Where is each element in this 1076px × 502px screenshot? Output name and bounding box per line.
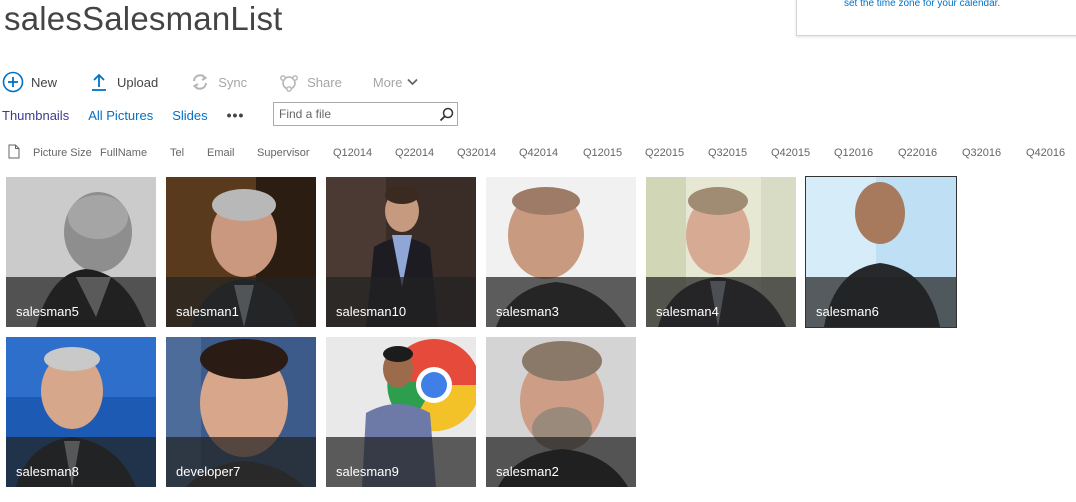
search-input[interactable]	[274, 103, 424, 125]
column-picture-size[interactable]: Picture Size	[33, 147, 92, 159]
thumbnail-label: salesman8	[16, 464, 79, 479]
column-q12016[interactable]: Q12016	[834, 147, 873, 159]
column-q32015[interactable]: Q32015	[708, 147, 747, 159]
thumbnail-tile[interactable]: salesman5	[6, 177, 156, 327]
thumbnail-tile[interactable]: salesman9	[326, 337, 476, 487]
search-box	[273, 102, 458, 126]
thumbnail-caption: salesman6	[806, 277, 956, 327]
thumbnail-caption: salesman5	[6, 277, 156, 327]
page-title: salesSalesmanList	[4, 0, 283, 37]
new-button[interactable]: New	[2, 70, 57, 94]
more-button-label: More	[372, 74, 403, 90]
column-q12014[interactable]: Q12014	[333, 147, 372, 159]
view-thumbnails[interactable]: Thumbnails	[2, 108, 69, 123]
thumbnail-label: salesman5	[16, 304, 79, 319]
thumbnail-label: salesman9	[336, 464, 399, 479]
thumbnail-caption: developer7	[166, 437, 316, 487]
more-views-ellipsis[interactable]: •••	[227, 108, 245, 122]
thumbnail-tile[interactable]: salesman3	[486, 177, 636, 327]
thumbnail-tile[interactable]: salesman6	[805, 176, 957, 328]
thumbnail-tile[interactable]: salesman1	[166, 177, 316, 327]
share-button-label: Share	[307, 74, 342, 90]
upload-button-label: Upload	[117, 74, 159, 90]
thumbnail-tile[interactable]: developer7	[166, 337, 316, 487]
sync-button-label: Sync	[218, 74, 248, 90]
column-fullname[interactable]: FullName	[100, 147, 147, 159]
thumbnail-caption: salesman4	[646, 277, 796, 327]
column-q22014[interactable]: Q22014	[395, 147, 434, 159]
thumbnail-tile[interactable]: salesman8	[6, 337, 156, 487]
thumbnail-label: salesman10	[336, 304, 407, 319]
share-icon	[278, 71, 300, 93]
thumbnail-label: developer7	[176, 464, 241, 479]
share-button[interactable]: Share	[278, 70, 342, 94]
view-all-pictures[interactable]: All Pictures	[88, 108, 153, 123]
column-q42016[interactable]: Q42016	[1026, 147, 1065, 159]
thumbnail-tile[interactable]: salesman2	[486, 337, 636, 487]
thumbnail-caption: salesman8	[6, 437, 156, 487]
column-q22015[interactable]: Q22015	[645, 147, 684, 159]
thumbnail-caption: salesman1	[166, 277, 316, 327]
column-tel[interactable]: Tel	[170, 147, 184, 159]
thumbnail-caption: salesman9	[326, 437, 476, 487]
column-q32016[interactable]: Q32016	[962, 147, 1001, 159]
sync-icon	[189, 71, 211, 93]
more-button[interactable]: More	[373, 70, 419, 94]
thumbnail-label: salesman3	[496, 304, 559, 319]
document-icon	[8, 144, 20, 164]
column-header-row: Picture Size FullName Tel Email Supervis…	[0, 143, 1076, 163]
column-email[interactable]: Email	[207, 147, 235, 159]
thumbnail-label: salesman2	[496, 464, 559, 479]
sync-button[interactable]: Sync	[189, 70, 247, 94]
thumbnail-tile[interactable]: salesman10	[326, 177, 476, 327]
search-icon[interactable]	[438, 106, 454, 122]
thumbnail-label: salesman1	[176, 304, 239, 319]
thumbnail-tile[interactable]: salesman4	[646, 177, 796, 327]
thumbnail-caption: salesman3	[486, 277, 636, 327]
plus-circle-icon	[2, 71, 24, 93]
view-slides[interactable]: Slides	[172, 108, 207, 123]
thumbnail-caption: salesman10	[326, 277, 476, 327]
column-q42015[interactable]: Q42015	[771, 147, 810, 159]
view-switcher: Thumbnails All Pictures Slides •••	[2, 103, 268, 127]
set-timezone-link[interactable]: set the time zone for your calendar.	[844, 0, 1000, 9]
column-supervisor[interactable]: Supervisor	[257, 147, 310, 159]
thumbnail-label: salesman4	[656, 304, 719, 319]
new-button-label: New	[31, 74, 58, 90]
thumbnail-label: salesman6	[816, 304, 879, 319]
column-q42014[interactable]: Q42014	[519, 147, 558, 159]
timezone-callout: set the time zone for your calendar.	[796, 0, 1076, 36]
chevron-down-icon	[407, 78, 419, 86]
upload-arrow-icon	[88, 71, 110, 93]
column-q22016[interactable]: Q22016	[898, 147, 937, 159]
column-q12015[interactable]: Q12015	[583, 147, 622, 159]
upload-button[interactable]: Upload	[88, 70, 158, 94]
thumbnail-caption: salesman2	[486, 437, 636, 487]
command-toolbar: New Upload Sync Share More	[2, 70, 419, 94]
column-q32014[interactable]: Q32014	[457, 147, 496, 159]
